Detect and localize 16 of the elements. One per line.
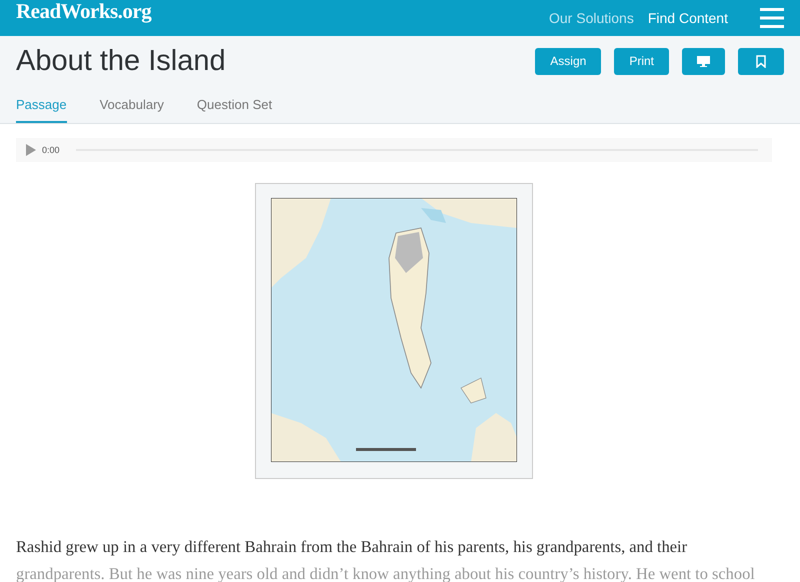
page-title: About the Island — [16, 44, 226, 78]
bookmark-button[interactable] — [738, 48, 784, 74]
tab[interactable]: Vocabulary — [100, 97, 164, 123]
logo[interactable]: ReadWorks.org — [16, 0, 152, 22]
action-button[interactable]: Assign — [535, 48, 602, 74]
menu-icon[interactable] — [760, 8, 784, 28]
audio-time: 0:00 — [42, 145, 60, 155]
tab[interactable]: Question Set — [196, 97, 272, 123]
present-button[interactable] — [682, 48, 725, 74]
monitor-icon — [697, 56, 710, 66]
play-icon[interactable] — [26, 144, 36, 156]
nav-link[interactable]: Our Solutions — [549, 10, 634, 26]
tab[interactable]: Passage — [16, 97, 67, 123]
action-button[interactable]: Print — [614, 48, 669, 74]
nav-link[interactable]: Find Content — [648, 10, 728, 26]
bookmark-icon — [756, 54, 766, 68]
